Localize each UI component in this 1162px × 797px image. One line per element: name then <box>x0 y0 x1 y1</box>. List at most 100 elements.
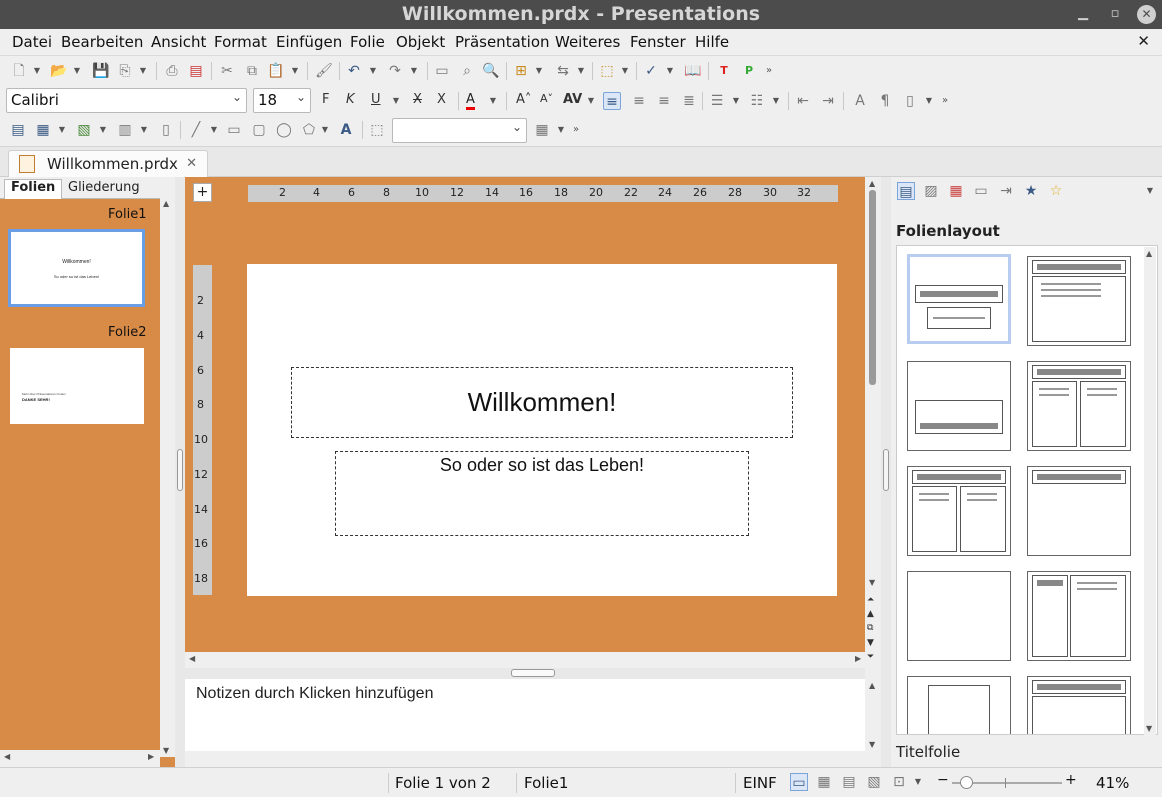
slide-thumbnail-1[interactable]: Willkommen! So oder so ist das Leben! <box>8 229 145 307</box>
chevron-down-icon[interactable]: ▼ <box>209 121 219 139</box>
transition-tab-icon[interactable]: ⇥ <box>997 182 1015 200</box>
notes-scrollbar[interactable]: ▲ ▼ <box>865 679 881 751</box>
paste-icon[interactable]: 📋 <box>267 62 285 80</box>
vertical-ruler[interactable]: 2 4 6 8 10 12 14 16 18 <box>193 265 212 595</box>
align-right-icon[interactable]: ≡ <box>655 92 673 110</box>
chevron-down-icon[interactable]: ▼ <box>320 121 330 139</box>
ellipse-icon[interactable]: ◯ <box>275 121 293 139</box>
numbered-list-icon[interactable]: ☷ <box>748 92 766 110</box>
chevron-down-icon[interactable]: ▼ <box>290 62 300 80</box>
chevron-down-icon[interactable]: ▼ <box>98 121 108 139</box>
chevron-down-icon[interactable]: ⌄ <box>296 90 306 104</box>
layout-blank[interactable] <box>907 571 1011 661</box>
paragraph-format-icon[interactable]: ¶ <box>876 92 894 110</box>
current-slide[interactable]: Willkommen! So oder so ist das Leben! <box>247 264 837 596</box>
fontwork-icon[interactable]: A <box>337 121 355 139</box>
favorites-tab-icon[interactable]: ☆ <box>1047 182 1065 200</box>
close-tab-icon[interactable]: ✕ <box>186 156 197 171</box>
chevron-down-icon[interactable]: ▼ <box>534 62 544 80</box>
slide-thumbnail-2[interactable]: Mehr über Präsentationen finden DANKE SE… <box>10 348 144 424</box>
slide-subtitle-placeholder[interactable]: So oder so ist das Leben! <box>335 451 749 536</box>
chevron-down-icon[interactable]: ⌄ <box>512 120 522 134</box>
character-format-icon[interactable]: A <box>851 92 869 110</box>
close-document-icon[interactable]: ✕ <box>1137 32 1150 50</box>
page-format-icon[interactable]: ▯ <box>901 92 919 110</box>
shadow-icon[interactable]: X <box>437 92 446 107</box>
slide-navigator-icon[interactable]: ⧉ <box>867 623 873 633</box>
object-properties-icon[interactable]: ⬚ <box>368 121 386 139</box>
spellcheck-icon[interactable]: ✓ <box>642 62 660 80</box>
design-tab-icon[interactable]: ▦ <box>947 182 965 200</box>
arrange-icon[interactable]: ⇆ <box>554 62 572 80</box>
menu-bearbeiten[interactable]: Bearbeiten <box>61 33 143 51</box>
maximize-icon[interactable]: ▫ <box>1106 5 1124 23</box>
rectangle-icon[interactable]: ▭ <box>225 121 243 139</box>
menu-ansicht[interactable]: Ansicht <box>151 33 206 51</box>
normal-view-icon[interactable]: ▭ <box>790 773 808 791</box>
zoom-out-icon[interactable]: − <box>937 772 949 788</box>
picture-icon[interactable]: ▧ <box>75 121 93 139</box>
insert-object-icon[interactable]: ⊞ <box>512 62 530 80</box>
editor-vertical-scrollbar[interactable]: ▲ ▼ ⏶ ▲ ⧉ ▼ ⏷ <box>865 177 881 667</box>
menu-objekt[interactable]: Objekt <box>396 33 445 51</box>
chevron-down-icon[interactable]: ▼ <box>409 62 419 80</box>
horizontal-ruler[interactable]: 2 4 6 8 10 12 14 16 18 20 22 24 26 28 30… <box>248 185 838 202</box>
zoom-slider[interactable] <box>952 776 1062 789</box>
slide-panel-scrollbar[interactable]: ▲ ▼ <box>160 197 175 757</box>
layout-gallery-scrollbar[interactable]: ▲ ▼ <box>1144 247 1156 735</box>
slideshow-icon[interactable]: ⊡ <box>890 773 908 791</box>
chevron-down-icon[interactable]: ▼ <box>488 92 498 110</box>
layout-title-only[interactable] <box>907 361 1011 451</box>
chevron-down-icon[interactable]: ▼ <box>1145 182 1155 200</box>
layout-two-content[interactable] <box>1027 361 1131 451</box>
increase-indent-icon[interactable]: ⇥ <box>819 92 837 110</box>
chevron-down-icon[interactable]: ▼ <box>665 62 675 80</box>
line-icon[interactable]: ╱ <box>187 121 205 139</box>
new-document-icon[interactable]: 🗋 <box>10 62 28 80</box>
chevron-down-icon[interactable]: ▼ <box>556 121 566 139</box>
menu-hilfe[interactable]: Hilfe <box>695 33 729 51</box>
character-spacing-icon[interactable]: AV <box>563 92 582 107</box>
align-center-icon[interactable]: ≡ <box>630 92 648 110</box>
tab-folien[interactable]: Folien <box>4 179 63 199</box>
layout-content-caption[interactable] <box>1027 571 1131 661</box>
overflow-icon[interactable]: » <box>764 62 774 80</box>
menu-fenster[interactable]: Fenster <box>630 33 686 51</box>
font-name-box[interactable]: Calibri ⌄ <box>6 88 247 113</box>
animation-tab-icon[interactable]: ★ <box>1022 182 1040 200</box>
master-tab-icon[interactable]: ▭ <box>972 182 990 200</box>
italic-icon[interactable]: K <box>346 92 355 107</box>
chevron-down-icon[interactable]: ▼ <box>924 92 934 110</box>
strikethrough-icon[interactable]: X <box>413 92 422 107</box>
chevron-down-icon[interactable]: ⌄ <box>232 90 242 104</box>
minimize-icon[interactable]: ▁ <box>1074 5 1092 23</box>
zoom-level[interactable]: 41% <box>1096 774 1129 792</box>
shrink-font-icon[interactable]: A˅ <box>540 92 553 105</box>
search-icon[interactable]: 🔍 <box>482 62 500 80</box>
decrease-indent-icon[interactable]: ⇤ <box>794 92 812 110</box>
overflow-icon[interactable]: » <box>571 121 581 139</box>
chart-icon[interactable]: ▥ <box>116 121 134 139</box>
undo-icon[interactable]: ↶ <box>345 62 363 80</box>
rounded-rectangle-icon[interactable]: ▢ <box>250 121 268 139</box>
font-color-icon[interactable]: A <box>466 92 475 110</box>
left-splitter[interactable] <box>175 177 185 767</box>
layout-title-only-top[interactable] <box>1027 466 1131 556</box>
notes-splitter[interactable] <box>185 668 865 679</box>
justify-icon[interactable]: ≣ <box>680 92 698 110</box>
copy-icon[interactable]: ⧉ <box>243 62 261 80</box>
chevron-down-icon[interactable]: ▼ <box>72 62 82 80</box>
objects-tab-icon[interactable]: ▨ <box>922 182 940 200</box>
menu-folie[interactable]: Folie <box>350 33 385 51</box>
print-icon[interactable]: ⎙ <box>163 62 181 80</box>
bullet-list-icon[interactable]: ☰ <box>708 92 726 110</box>
format-painter-icon[interactable]: 🖌 <box>315 62 333 80</box>
last-slide-icon[interactable]: ⏷ <box>867 652 874 662</box>
p-icon[interactable]: P <box>740 62 758 80</box>
handout-view-icon[interactable]: ▧ <box>865 773 883 791</box>
chevron-down-icon[interactable]: ▼ <box>620 62 630 80</box>
menu-weiteres[interactable]: Weiteres <box>555 33 620 51</box>
insert-mode[interactable]: EINF <box>743 774 777 792</box>
text-frame-icon[interactable]: ▤ <box>9 121 27 139</box>
layout-title-content[interactable] <box>1027 256 1131 346</box>
